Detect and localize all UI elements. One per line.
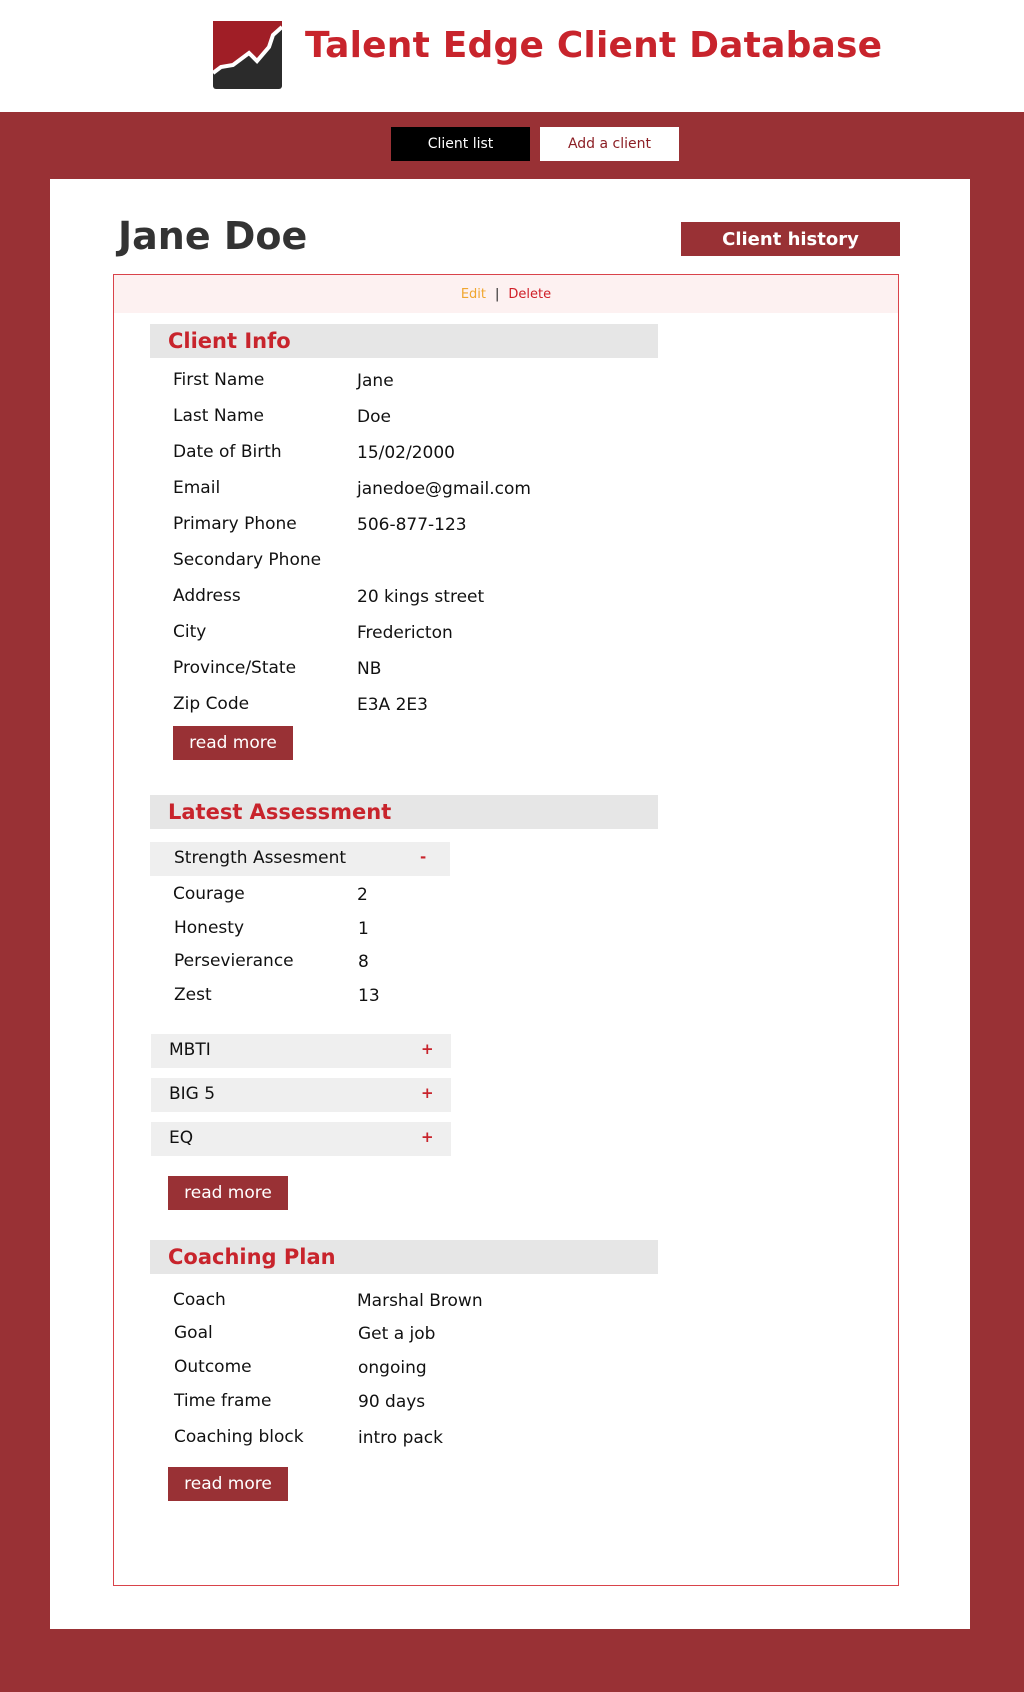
delete-link[interactable]: Delete bbox=[508, 287, 551, 302]
field-value: janedoe@gmail.com bbox=[357, 479, 531, 499]
strength-value: 1 bbox=[358, 919, 369, 939]
add-client-button[interactable]: Add a client bbox=[540, 127, 679, 161]
strength-assessment-accordion[interactable]: Strength Assesment - bbox=[150, 842, 450, 876]
strength-value: 8 bbox=[358, 952, 369, 972]
logo-icon bbox=[213, 21, 282, 89]
field-value: Get a job bbox=[358, 1324, 436, 1344]
field-value: 15/02/2000 bbox=[357, 443, 455, 463]
field-label: Primary Phone bbox=[173, 514, 297, 534]
app-header: Talent Edge Client Database bbox=[0, 0, 1024, 112]
latest-assessment-heading: Latest Assessment bbox=[150, 795, 658, 829]
field-label: Coach bbox=[173, 1290, 226, 1310]
expand-icon[interactable]: + bbox=[421, 1128, 434, 1146]
strength-value: 2 bbox=[357, 885, 368, 905]
field-label: Time frame bbox=[174, 1391, 272, 1411]
expand-icon[interactable]: + bbox=[421, 1084, 434, 1102]
field-label: Date of Birth bbox=[173, 442, 282, 462]
field-label: Outcome bbox=[174, 1357, 252, 1377]
field-label: City bbox=[173, 622, 207, 642]
assessment-read-more-button[interactable]: read more bbox=[168, 1176, 288, 1210]
strength-label: Honesty bbox=[174, 918, 245, 938]
accordion-label: EQ bbox=[169, 1128, 194, 1148]
client-list-button[interactable]: Client list bbox=[391, 127, 530, 161]
expand-icon[interactable]: + bbox=[421, 1040, 434, 1058]
field-value: intro pack bbox=[358, 1428, 443, 1448]
field-label: Zip Code bbox=[173, 694, 250, 714]
strength-label: Persevierance bbox=[174, 951, 294, 971]
field-value: 90 days bbox=[358, 1392, 426, 1412]
strength-value: 13 bbox=[358, 986, 380, 1006]
field-label: Province/State bbox=[173, 658, 297, 678]
field-label: Last Name bbox=[173, 406, 264, 426]
field-value: NB bbox=[357, 659, 382, 679]
accordion-label: Strength Assesment bbox=[174, 848, 347, 868]
coaching-plan-read-more-button[interactable]: read more bbox=[168, 1467, 288, 1501]
field-label: Email bbox=[173, 478, 221, 498]
client-name-title: Jane Doe bbox=[118, 214, 308, 258]
strength-label: Courage bbox=[173, 884, 245, 904]
mbti-accordion[interactable]: MBTI + bbox=[151, 1034, 451, 1068]
client-info-heading: Client Info bbox=[150, 324, 658, 358]
field-label: Goal bbox=[174, 1323, 213, 1343]
big5-accordion[interactable]: BIG 5 + bbox=[151, 1078, 451, 1112]
eq-accordion[interactable]: EQ + bbox=[151, 1122, 451, 1156]
app-title: Talent Edge Client Database bbox=[305, 25, 883, 66]
collapse-icon[interactable]: - bbox=[420, 848, 426, 866]
client-info-read-more-button[interactable]: read more bbox=[173, 726, 293, 760]
field-value: Fredericton bbox=[357, 623, 453, 643]
action-separator: | bbox=[495, 286, 500, 302]
field-label: Secondary Phone bbox=[173, 550, 322, 570]
field-value: E3A 2E3 bbox=[357, 695, 428, 715]
field-label: Coaching block bbox=[174, 1427, 304, 1447]
coaching-plan-heading: Coaching Plan bbox=[150, 1240, 658, 1274]
client-history-button[interactable]: Client history bbox=[681, 222, 900, 256]
field-value: Jane bbox=[357, 371, 394, 391]
strength-label: Zest bbox=[174, 985, 212, 1005]
accordion-label: MBTI bbox=[169, 1040, 211, 1060]
field-value: Marshal Brown bbox=[357, 1291, 483, 1311]
field-label: First Name bbox=[173, 370, 265, 390]
field-label: Address bbox=[173, 586, 241, 606]
field-value: ongoing bbox=[358, 1358, 427, 1378]
action-bar: Edit | Delete bbox=[114, 275, 898, 313]
accordion-label: BIG 5 bbox=[169, 1084, 216, 1104]
field-value: 20 kings street bbox=[357, 587, 485, 607]
edit-link[interactable]: Edit bbox=[461, 287, 486, 302]
field-value: Doe bbox=[357, 407, 391, 427]
field-value: 506-877-123 bbox=[357, 515, 467, 535]
